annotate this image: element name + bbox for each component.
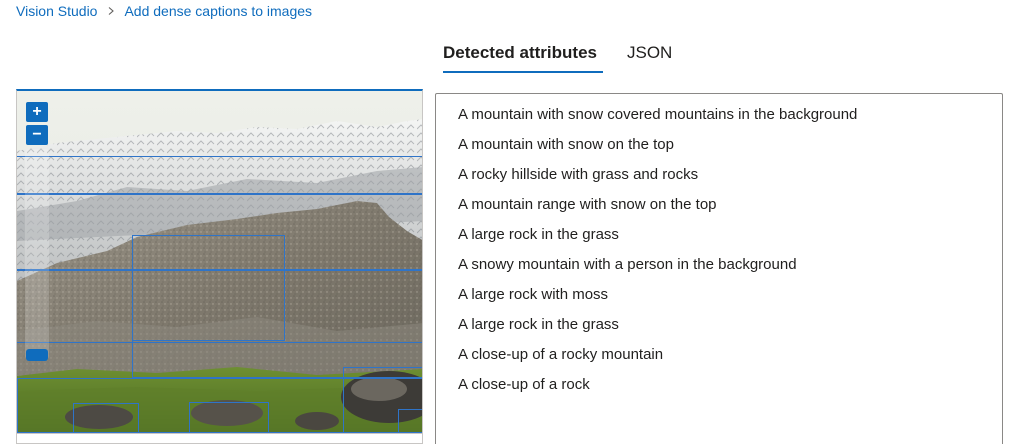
captions-panel: A mountain with snow covered mountains i… [435, 93, 1003, 444]
image-viewer[interactable]: + − [16, 89, 423, 444]
tab-json[interactable]: JSON [621, 41, 678, 73]
caption-item[interactable]: A snowy mountain with a person in the ba… [458, 256, 1002, 286]
bounding-box[interactable] [17, 156, 422, 194]
bounding-box[interactable] [132, 269, 422, 378]
caption-item[interactable]: A close-up of a rocky mountain [458, 346, 1002, 376]
breadcrumb-link-dense-captions[interactable]: Add dense captions to images [124, 3, 312, 19]
breadcrumb: Vision Studio Add dense captions to imag… [16, 3, 312, 19]
caption-item[interactable]: A large rock in the grass [458, 226, 1002, 256]
chevron-right-icon [107, 7, 115, 15]
caption-list: A mountain with snow covered mountains i… [458, 106, 1002, 406]
zoom-out-button[interactable]: − [26, 125, 48, 145]
caption-item[interactable]: A close-up of a rock [458, 376, 1002, 406]
breadcrumb-link-vision-studio[interactable]: Vision Studio [16, 3, 97, 19]
caption-item[interactable]: A large rock in the grass [458, 316, 1002, 346]
zoom-in-button[interactable]: + [26, 102, 48, 122]
caption-item[interactable]: A rocky hillside with grass and rocks [458, 166, 1002, 196]
caption-item[interactable]: A mountain with snow on the top [458, 136, 1002, 166]
caption-item[interactable]: A large rock with moss [458, 286, 1002, 316]
caption-item[interactable]: A mountain range with snow on the top [458, 196, 1002, 226]
bounding-box[interactable] [73, 403, 139, 433]
viewer-footer [17, 433, 422, 443]
zoom-slider-track[interactable] [25, 149, 49, 359]
tab-detected-attributes[interactable]: Detected attributes [437, 41, 603, 73]
zoom-slider-thumb[interactable] [26, 349, 48, 361]
caption-item[interactable]: A mountain with snow covered mountains i… [458, 106, 1002, 136]
bounding-box[interactable] [398, 409, 422, 433]
bounding-box[interactable] [189, 402, 269, 433]
result-tabs: Detected attributes JSON [437, 41, 696, 73]
